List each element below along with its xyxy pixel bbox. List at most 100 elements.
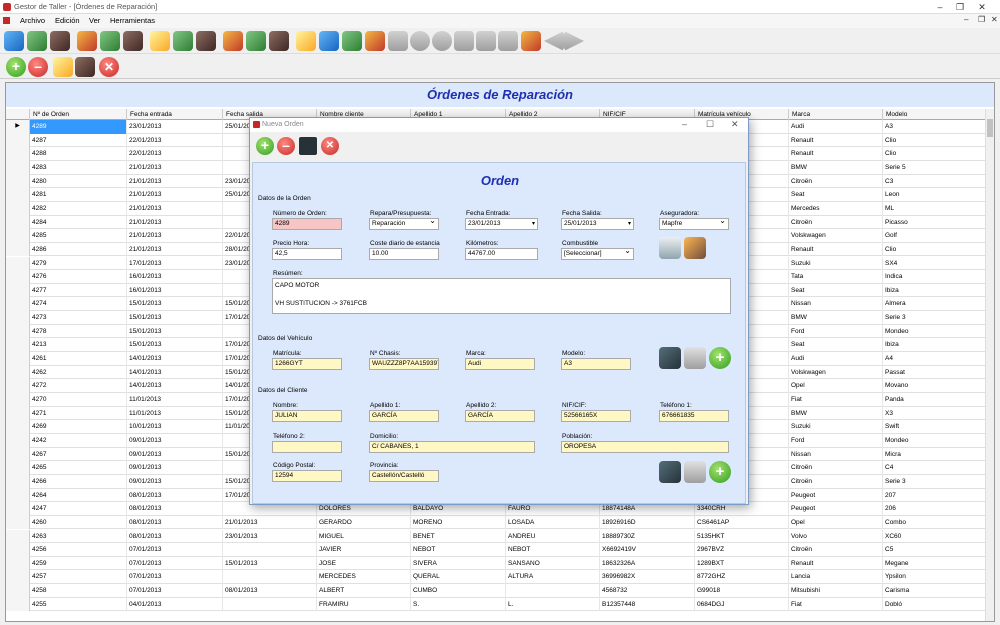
search-binoculars-icon[interactable] [75, 57, 95, 77]
table-cell[interactable]: NEBOT [411, 543, 506, 557]
client-search-icon[interactable] [659, 461, 681, 483]
table-cell[interactable]: G99018 [695, 584, 789, 598]
table-cell[interactable]: Lancia [789, 570, 883, 585]
row-selector[interactable] [6, 324, 30, 339]
vehicle-car-icon[interactable] [684, 347, 706, 369]
poblacion-field[interactable]: OROPESA [561, 441, 729, 453]
table-cell[interactable]: 4263 [30, 529, 127, 544]
table-cell[interactable]: Clio [883, 133, 986, 148]
row-selector[interactable] [6, 543, 30, 557]
cancel-icon[interactable]: ✕ [321, 137, 339, 155]
table-cell[interactable]: MERCEDES [317, 570, 411, 585]
dialog-close-icon[interactable]: ✕ [731, 119, 739, 130]
table-cell[interactable]: 15/01/2013 [127, 297, 223, 312]
table-cell[interactable]: 0684DGJ [695, 597, 789, 612]
table-cell[interactable]: A4 [883, 352, 986, 366]
row-selector[interactable] [6, 365, 30, 380]
table-cell[interactable]: Seat [789, 188, 883, 202]
table-cell[interactable]: 4265 [30, 461, 127, 475]
aseguradora-select[interactable]: Mapfre [659, 218, 729, 230]
row-selector[interactable] [6, 283, 30, 298]
chasis-field[interactable]: WAUZZZ8P7AA159397 [369, 358, 439, 370]
row-selector[interactable] [6, 433, 30, 448]
row-selector[interactable] [6, 174, 30, 189]
table-cell[interactable]: 4286 [30, 242, 127, 257]
table-cell[interactable]: 22/01/2013 [127, 133, 223, 148]
table-cell[interactable]: Indica [883, 270, 986, 284]
save-icon[interactable] [299, 137, 317, 155]
row-selector[interactable] [6, 311, 30, 325]
table-cell[interactable]: Seat [789, 283, 883, 298]
telefono1-field[interactable]: 676661835 [659, 410, 729, 422]
table-cell[interactable]: 18632326A [600, 556, 695, 571]
table-cell[interactable]: Nissan [789, 297, 883, 312]
table-cell[interactable]: Picasso [883, 215, 986, 230]
table-cell[interactable]: BMW [789, 311, 883, 325]
column-header[interactable]: Marca [789, 109, 883, 120]
domicilio-field[interactable]: C/ CABANES, 1 [369, 441, 535, 453]
table-cell[interactable]: 4279 [30, 256, 127, 271]
table-cell[interactable]: 207 [883, 488, 986, 503]
table-cell[interactable]: 4269 [30, 420, 127, 434]
truck-icon[interactable] [365, 31, 385, 51]
row-selector[interactable] [6, 188, 30, 202]
minimize-icon[interactable]: – [933, 1, 947, 13]
undo-disabled-icon[interactable] [454, 31, 474, 51]
table-cell[interactable]: 4276 [30, 270, 127, 284]
save-disabled-icon[interactable] [388, 31, 408, 51]
table-cell[interactable]: BENET [411, 529, 506, 544]
table-cell[interactable]: Citroën [789, 543, 883, 557]
row-selector[interactable] [6, 447, 30, 462]
provincia-field[interactable]: Castellón/Castelló [369, 470, 439, 482]
table-cell[interactable]: MORENO [411, 515, 506, 530]
table-cell[interactable]: Serie 3 [883, 311, 986, 325]
table-cell[interactable]: Movano [883, 379, 986, 393]
table-cell[interactable]: Renault [789, 147, 883, 161]
table-cell[interactable]: Mondeo [883, 324, 986, 339]
menu-edicion[interactable]: Edición [55, 16, 80, 25]
table-cell[interactable]: MIGUEL [317, 529, 411, 544]
table-cell[interactable]: C3 [883, 174, 986, 189]
apellido1-field[interactable]: GARCÍA [369, 410, 439, 422]
car-add-icon[interactable] [100, 31, 120, 51]
table-cell[interactable]: 4256 [30, 543, 127, 557]
table-cell[interactable]: ML [883, 201, 986, 216]
table-cell[interactable]: 4255 [30, 597, 127, 612]
table-cell[interactable]: 36996982X [600, 570, 695, 585]
table-cell[interactable]: 09/01/2013 [127, 433, 223, 448]
table-cell[interactable]: Panda [883, 393, 986, 407]
codigo-postal-field[interactable]: 12594 [272, 470, 342, 482]
table-cell[interactable]: 07/01/2013 [127, 543, 223, 557]
table-cell[interactable]: 22/01/2013 [127, 147, 223, 161]
calculator-icon[interactable] [342, 31, 362, 51]
table-cell[interactable]: 4278 [30, 324, 127, 339]
table-cell[interactable]: Renault [789, 556, 883, 571]
table-cell[interactable]: Fiat [789, 393, 883, 407]
column-header[interactable]: Nº de Orden [30, 109, 127, 120]
table-cell[interactable]: 16/01/2013 [127, 283, 223, 298]
row-selector[interactable] [6, 242, 30, 257]
table-cell[interactable]: Carisma [883, 584, 986, 598]
row-selector[interactable] [6, 515, 30, 530]
table-cell[interactable]: Fiat [789, 597, 883, 612]
row-selector[interactable] [6, 597, 30, 612]
table-row[interactable]: 4256 07/01/2013 JAVIER NEBOT NEBOT X6692419V 2… [6, 543, 994, 557]
column-header[interactable]: Fecha entrada [127, 109, 223, 120]
table-cell[interactable]: Ford [789, 433, 883, 448]
table-cell[interactable]: 4568732 [600, 584, 695, 598]
table-cell[interactable]: SIVERA [411, 556, 506, 571]
table-cell[interactable]: 4287 [30, 133, 127, 148]
table-row[interactable]: 4257 07/01/2013 MERCEDES QUERAL ALTURA 369969… [6, 570, 994, 585]
table-row[interactable]: 4263 08/01/2013 23/01/2013 MIGUEL BENET ANDRE… [6, 529, 994, 544]
table-cell[interactable]: LOSADA [506, 515, 600, 530]
table-cell[interactable]: 4264 [30, 488, 127, 503]
mdi-restore-icon[interactable]: ❐ [978, 15, 985, 24]
apellido2-field[interactable]: GARCÍA [465, 410, 535, 422]
row-selector[interactable] [6, 420, 30, 434]
table-cell[interactable]: FRAMIRU [317, 597, 411, 612]
table-cell[interactable]: 4273 [30, 311, 127, 325]
table-cell[interactable]: 4281 [30, 188, 127, 202]
table-cell[interactable]: C5 [883, 543, 986, 557]
add-disabled-icon[interactable] [410, 31, 430, 51]
table-cell[interactable]: A3 [883, 120, 986, 134]
